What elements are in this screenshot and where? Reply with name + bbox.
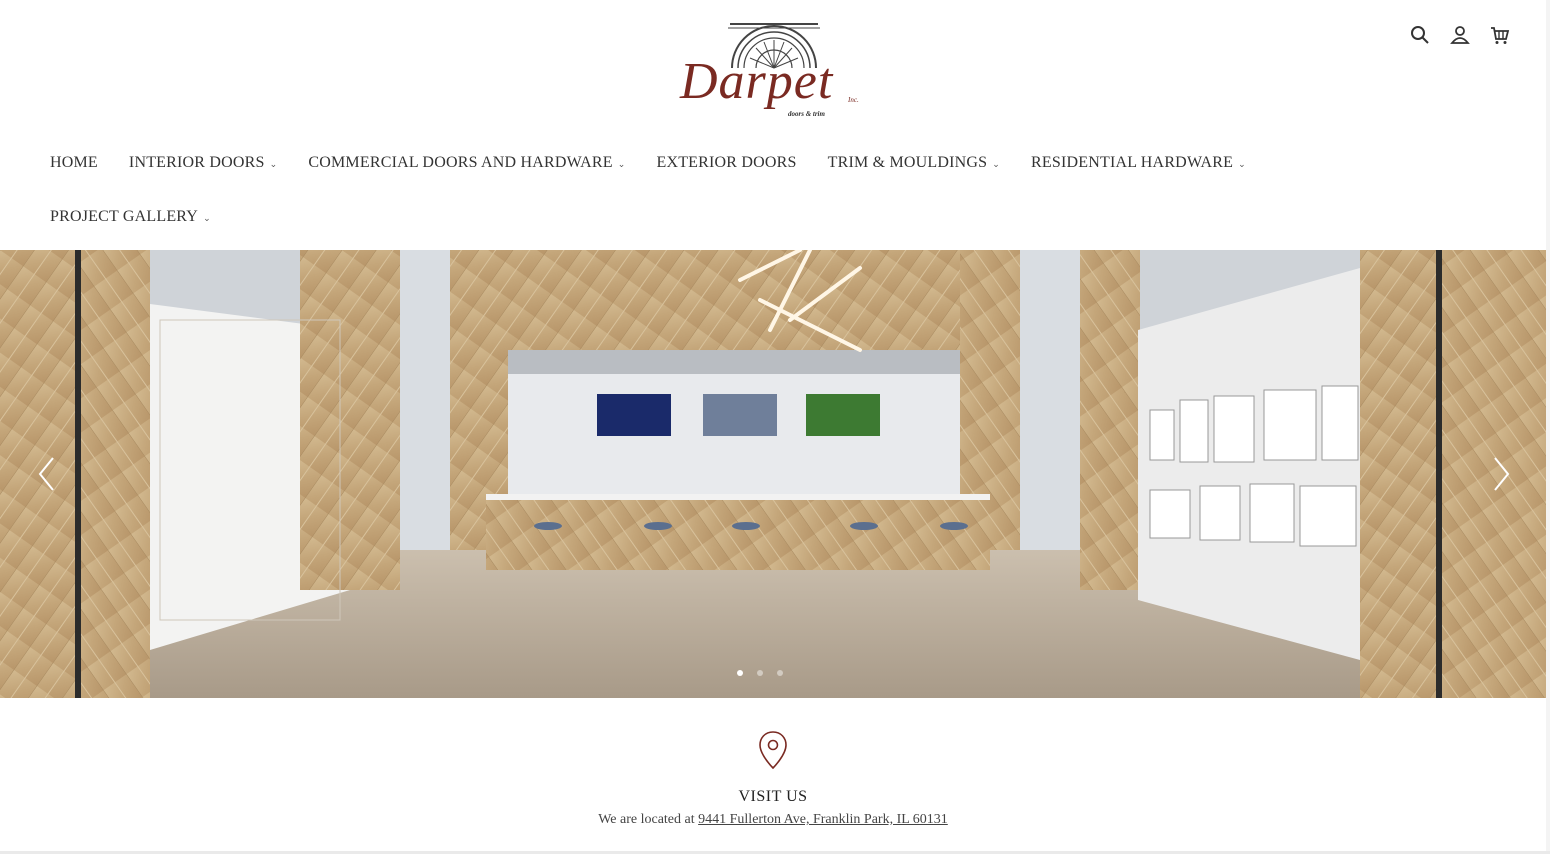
chevron-down-icon: ⌄	[269, 159, 278, 169]
search-icon[interactable]	[1410, 24, 1430, 46]
nav-residential-hardware-label: RESIDENTIAL HARDWARE	[1031, 154, 1234, 171]
slider-dots	[737, 670, 783, 676]
hero-slider[interactable]	[0, 250, 1546, 698]
nav-project-gallery[interactable]: PROJECT GALLERY ⌄	[50, 208, 211, 226]
nav-commercial-doors[interactable]: COMMERCIAL DOORS AND HARDWARE ⌄	[308, 154, 625, 172]
brand-logo[interactable]: Darpet Inc. doors & trim	[680, 14, 870, 132]
nav-project-gallery-label: PROJECT GALLERY	[50, 208, 199, 225]
cart-icon[interactable]	[1490, 24, 1510, 46]
slider-prev-button[interactable]	[32, 454, 62, 494]
nav-interior-doors[interactable]: INTERIOR DOORS ⌄	[129, 154, 277, 172]
map-pin-icon	[759, 731, 787, 770]
brand-name: Darpet	[680, 53, 834, 110]
brand-tagline: doors & trim	[788, 110, 825, 118]
header-actions	[1410, 24, 1510, 46]
slider-dot[interactable]	[757, 670, 763, 676]
nav-trim-mouldings-label: TRIM & MOULDINGS	[827, 154, 988, 171]
visit-us-section: VISIT US We are located at 9441 Fullerto…	[0, 698, 1546, 854]
chevron-down-icon: ⌄	[1238, 159, 1246, 169]
slider-dot[interactable]	[777, 670, 783, 676]
chevron-down-icon: ⌄	[203, 213, 211, 223]
chevron-left-icon	[38, 457, 54, 491]
nav-trim-mouldings[interactable]: TRIM & MOULDINGS ⌄	[828, 154, 1000, 172]
brand-inc: Inc.	[848, 96, 859, 104]
address-link[interactable]: 9441 Fullerton Ave, Franklin Park, IL 60…	[698, 812, 948, 827]
visit-us-text: We are located at 9441 Fullerton Ave, Fr…	[0, 812, 1546, 828]
nav-commercial-doors-label: COMMERCIAL DOORS AND HARDWARE	[308, 154, 613, 171]
chevron-down-icon: ⌄	[617, 159, 626, 169]
hero-showroom-image	[0, 250, 1546, 698]
visit-us-title: VISIT US	[738, 788, 808, 805]
visit-us-prefix: We are located at	[598, 812, 695, 827]
chevron-down-icon: ⌄	[992, 159, 1001, 169]
page-edge	[1546, 0, 1550, 854]
main-nav: HOME INTERIOR DOORS ⌄ COMMERCIAL DOORS AN…	[50, 148, 1510, 232]
nav-exterior-doors-label: EXTERIOR DOORS	[656, 154, 797, 171]
slider-next-button[interactable]	[1486, 454, 1516, 494]
nav-interior-doors-label: INTERIOR DOORS	[128, 154, 265, 171]
account-icon[interactable]	[1450, 24, 1470, 46]
slider-dot[interactable]	[737, 670, 743, 676]
nav-home[interactable]: HOME	[50, 154, 98, 172]
nav-exterior-doors[interactable]: EXTERIOR DOORS	[656, 154, 796, 172]
site-header: Darpet Inc. doors & trim HOME INTERIOR D…	[0, 0, 1550, 250]
nav-residential-hardware[interactable]: RESIDENTIAL HARDWARE ⌄	[1031, 154, 1246, 172]
nav-home-label: HOME	[50, 154, 98, 171]
chevron-right-icon	[1494, 457, 1510, 491]
